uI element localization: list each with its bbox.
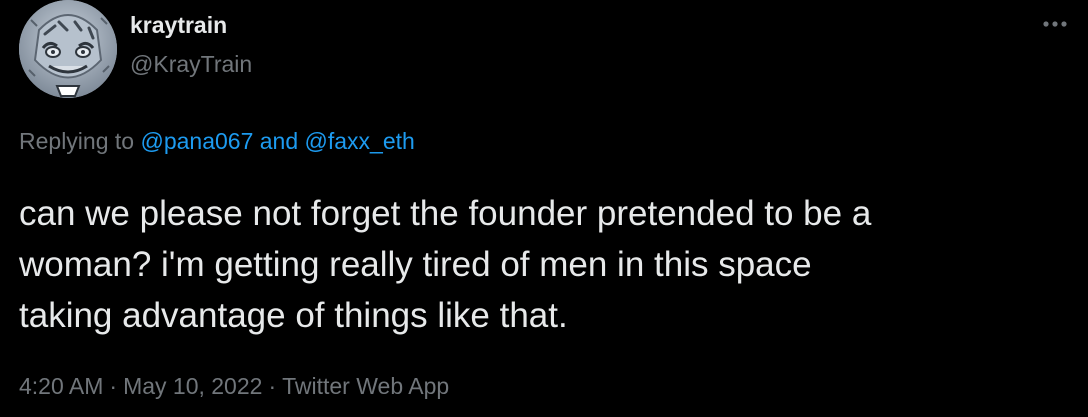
mention-link[interactable]: @pana067 [140,128,253,154]
tweet-metadata: 4:20 AM · May 10, 2022 · Twitter Web App [19,371,449,401]
mention-link[interactable]: @faxx_eth [305,128,415,154]
separator: · [268,373,277,399]
author-handle[interactable]: @KrayTrain [130,50,252,78]
more-options-button[interactable] [1040,14,1070,34]
replying-to-line: Replying to @pana067 and @faxx_eth [19,126,415,156]
tweet-text: can we please not forget the founder pre… [19,194,872,335]
avatar-image [19,0,117,98]
reply-joiner: and [253,128,305,154]
avatar[interactable] [19,0,117,98]
tweet-time[interactable]: 4:20 AM [19,373,103,399]
separator: · [109,373,118,399]
author-display-name[interactable]: kraytrain [130,11,227,39]
tweet-date[interactable]: May 10, 2022 [123,373,262,399]
replying-to-prefix: Replying to [19,128,141,154]
tweet-source[interactable]: Twitter Web App [282,373,449,399]
tweet-card: kraytrain @KrayTrain Replying to @pana06… [0,0,1088,417]
more-horizontal-icon [1043,21,1067,27]
